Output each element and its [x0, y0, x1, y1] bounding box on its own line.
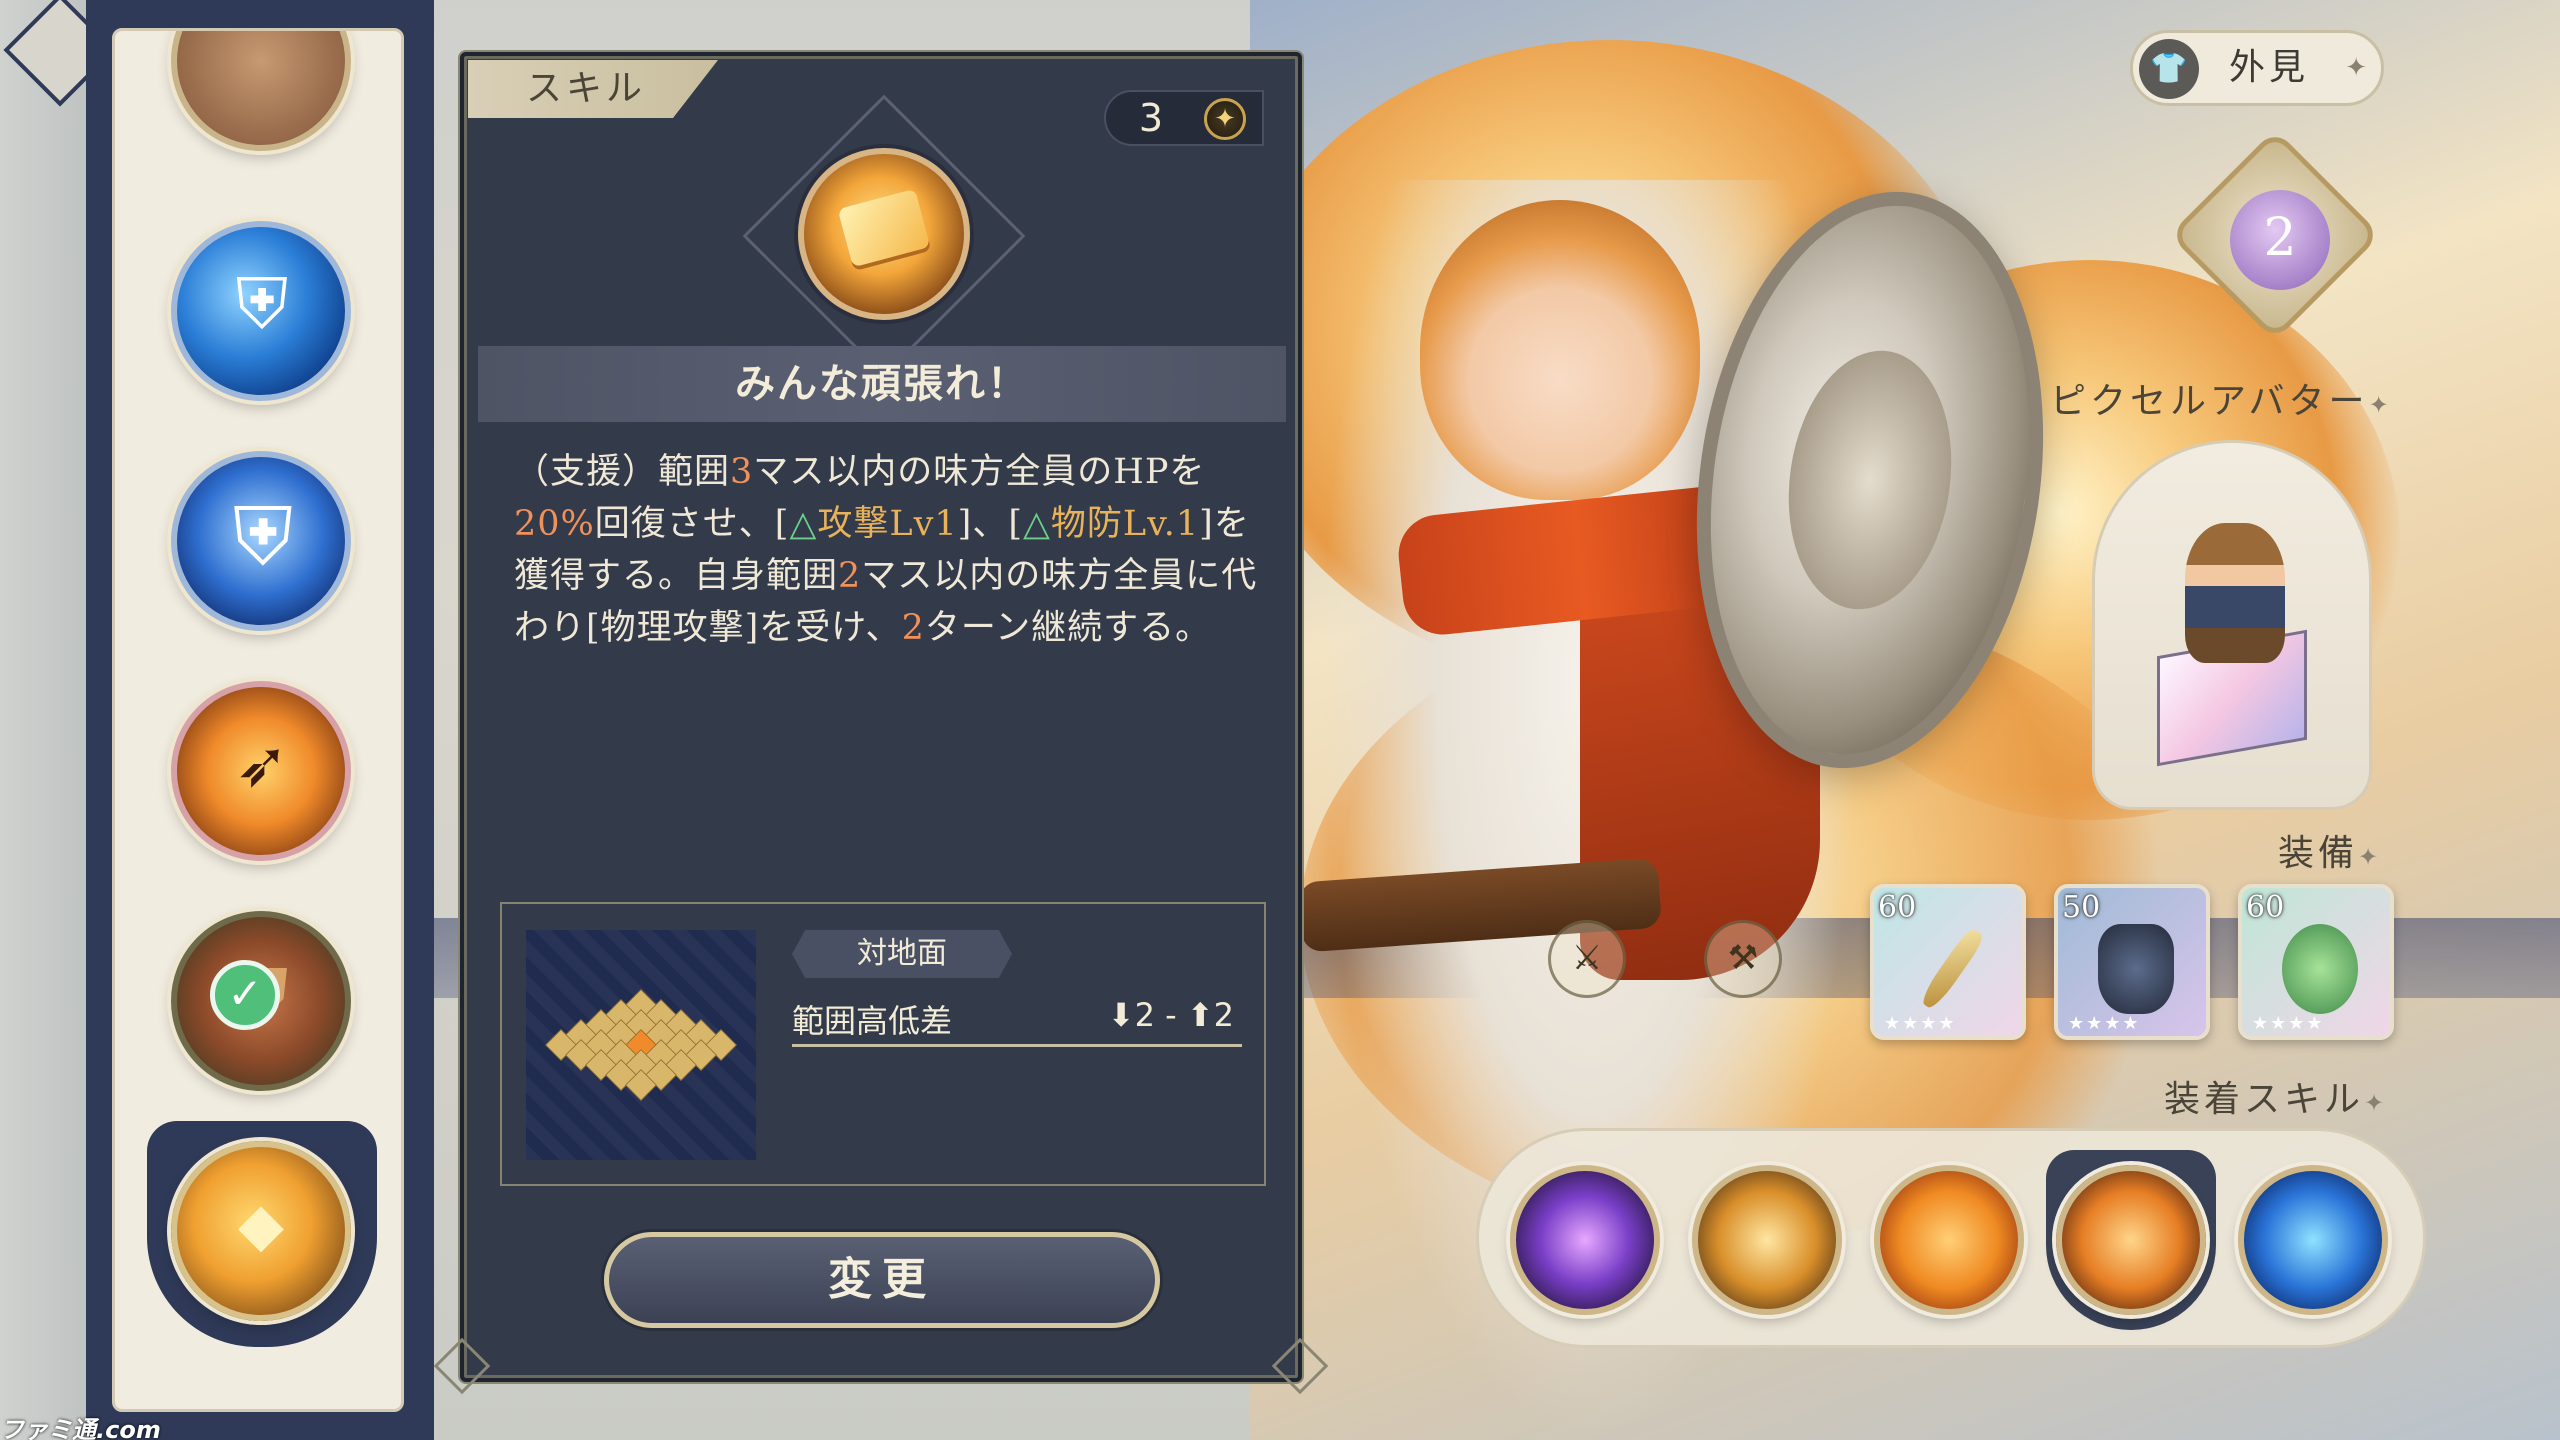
shield-icon: ⛨: [233, 490, 293, 583]
desc-buff: 物防Lv.1: [1050, 504, 1200, 544]
desc-text: （支援）範囲: [514, 452, 731, 492]
range-grid-preview: [526, 930, 756, 1160]
accessory-icon: [2282, 924, 2358, 1014]
appearance-button[interactable]: 👕 外見 ✦: [2130, 30, 2384, 106]
armor-icon: [2098, 924, 2174, 1014]
rarity-stars: ★★★★: [2252, 1013, 2325, 1034]
pixel-avatar-card[interactable]: [2092, 440, 2372, 810]
equipped-skill-rally[interactable]: [2238, 1165, 2388, 1315]
divider: [792, 1044, 1242, 1047]
buff-triangle-icon: △: [789, 504, 818, 544]
skill-slot-cheer-selected[interactable]: ◆: [171, 1141, 351, 1321]
desc-text: ターン継続する。: [924, 608, 1212, 648]
hero-head: [1420, 200, 1700, 500]
equipment-label: 装備✦: [2278, 824, 2382, 876]
skill-detail-panel: スキル 3 ✦ みんな頑張れ！ （支援）範囲3マス以内の味方全員のHPを20%回…: [433, 52, 1329, 1395]
buff-triangle-icon: △: [1022, 504, 1051, 544]
staff-icon: [1917, 926, 1987, 1012]
skill-cost: 3 ✦: [1104, 90, 1264, 146]
desc-number: 2: [901, 608, 925, 648]
range-height-value: ⬇2 - ⬆2: [1107, 996, 1234, 1034]
equipped-skill-seal[interactable]: [1874, 1165, 2024, 1315]
appearance-label: 外見: [2229, 47, 2310, 88]
equipment-level: 60: [2246, 890, 2285, 925]
range-height-label: 範囲高低差: [792, 1002, 953, 1040]
equipped-skill-strike[interactable]: [1692, 1165, 1842, 1315]
sparkle-icon: ✦: [2345, 53, 2367, 83]
equipment-slot-weapon[interactable]: 60 ★★★★: [1870, 884, 2026, 1040]
equipment-level: 50: [2062, 890, 2101, 925]
rarity-stars: ★★★★: [1884, 1013, 1957, 1034]
skill-name: みんな頑張れ！: [735, 361, 1029, 407]
desc-number: 3: [730, 452, 754, 492]
desc-text: ]、[: [957, 504, 1023, 544]
change-button[interactable]: 変更: [604, 1232, 1160, 1328]
sparkle-icon: ✦: [2358, 843, 2383, 871]
equipment-level: 60: [1878, 890, 1917, 925]
rank-badge[interactable]: 2: [2230, 190, 2330, 290]
target-ground-label: 対地面: [792, 930, 1012, 978]
skill-cost-value: 3: [1138, 96, 1164, 140]
desc-number: 2: [838, 556, 862, 596]
sparkle-icon: ✦: [2368, 391, 2393, 419]
equip-auto-icon[interactable]: ⚔: [1548, 920, 1626, 998]
pixel-avatar-sprite: [2185, 523, 2285, 663]
equip-upgrade-icon[interactable]: ⚒: [1704, 920, 1782, 998]
desc-number: 20%: [514, 504, 595, 544]
cheese-hand-icon: ◆: [237, 1190, 285, 1260]
sparkle-icon: ✦: [2364, 1089, 2389, 1117]
skill-slot-shield-dash[interactable]: ⛨: [171, 221, 351, 401]
panel-tab: スキル: [468, 60, 718, 118]
skill-name-bar: みんな頑張れ！: [478, 346, 1286, 422]
equipped-skill-blade[interactable]: [2056, 1165, 2206, 1315]
skill-icon: [798, 148, 970, 320]
equipped-skill-slash[interactable]: [1510, 1165, 1660, 1315]
equipment-slot-armor[interactable]: 50 ★★★★: [2054, 884, 2210, 1040]
desc-buff: 攻撃Lv1: [817, 504, 958, 544]
equipment-label-text: 装備: [2278, 833, 2359, 874]
desc-text: マス以内の味方全員のHPを: [753, 452, 1206, 492]
left-edge: [0, 0, 86, 1440]
skill-slot-party-guard[interactable]: ⛨: [171, 451, 351, 631]
rarity-stars: ★★★★: [2068, 1013, 2141, 1034]
sparkle-icon: ✦: [1204, 98, 1246, 140]
shirt-icon: 👕: [2139, 39, 2199, 99]
cheese-icon: [837, 188, 931, 268]
skill-rail: スキル ⛨ ⛨ ➶ ⛊ ◆: [112, 28, 404, 1412]
equipped-skills-label-text: 装着スキル: [2164, 1079, 2365, 1120]
watermark: ファミ通.com: [0, 1416, 161, 1440]
desc-text: 回復させ、[: [594, 504, 790, 544]
skill-slot-partial[interactable]: [171, 31, 351, 151]
equipment-slot-accessory[interactable]: 60 ★★★★: [2238, 884, 2394, 1040]
shield-icon: ⛨: [235, 263, 289, 345]
pixel-avatar-label: ピクセルアバター✦: [2050, 372, 2393, 424]
equipped-check-icon: ✓: [210, 960, 280, 1030]
runner-icon: ➶: [235, 728, 289, 802]
equipped-skills-label: 装着スキル✦: [2164, 1070, 2388, 1122]
range-info-box: 対地面 範囲高低差 ⬇2 - ⬆2: [500, 902, 1266, 1186]
skill-description: （支援）範囲3マス以内の味方全員のHPを20%回復させ、[△攻撃Lv1]、[△物…: [514, 446, 1264, 654]
pixel-avatar-label-text: ピクセルアバター: [2050, 381, 2369, 422]
skill-slot-charge[interactable]: ➶: [171, 681, 351, 861]
